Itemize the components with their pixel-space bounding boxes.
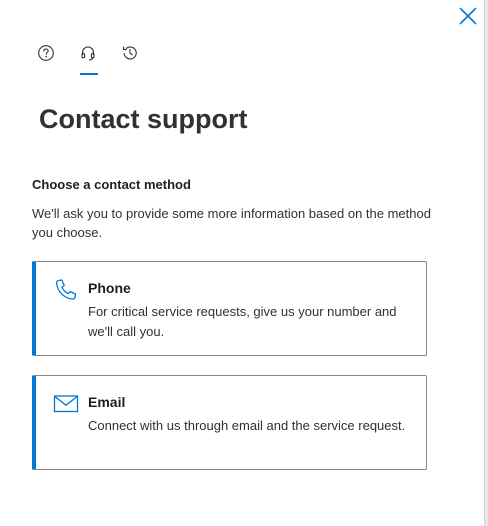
help-icon xyxy=(38,45,54,61)
close-icon xyxy=(459,7,477,25)
contact-method-description: We'll ask you to provide some more infor… xyxy=(32,206,431,240)
contact-method-heading: Choose a contact method xyxy=(32,177,191,192)
email-option-description: Connect with us through email and the se… xyxy=(88,418,406,433)
phone-option-card[interactable]: Phone For critical service requests, giv… xyxy=(32,261,427,356)
history-icon xyxy=(123,46,137,60)
email-option-card[interactable]: Email Connect with us through email and … xyxy=(32,375,427,470)
phone-option-description: For critical service requests, give us y… xyxy=(88,304,397,339)
phone-option-title: Phone xyxy=(88,280,131,296)
phone-icon xyxy=(55,279,77,300)
email-option-title: Email xyxy=(88,394,126,410)
tab-contact[interactable] xyxy=(74,40,102,76)
headset-icon xyxy=(81,46,95,61)
contact-support-panel: Contact support Choose a contact method … xyxy=(0,0,484,526)
tab-help[interactable] xyxy=(32,40,60,76)
panel-edge-scrollbar[interactable] xyxy=(484,0,488,526)
support-tabs xyxy=(32,40,158,76)
mail-icon xyxy=(53,395,79,413)
tab-history[interactable] xyxy=(116,40,144,76)
close-button[interactable] xyxy=(456,4,480,28)
page-title: Contact support xyxy=(39,104,248,134)
